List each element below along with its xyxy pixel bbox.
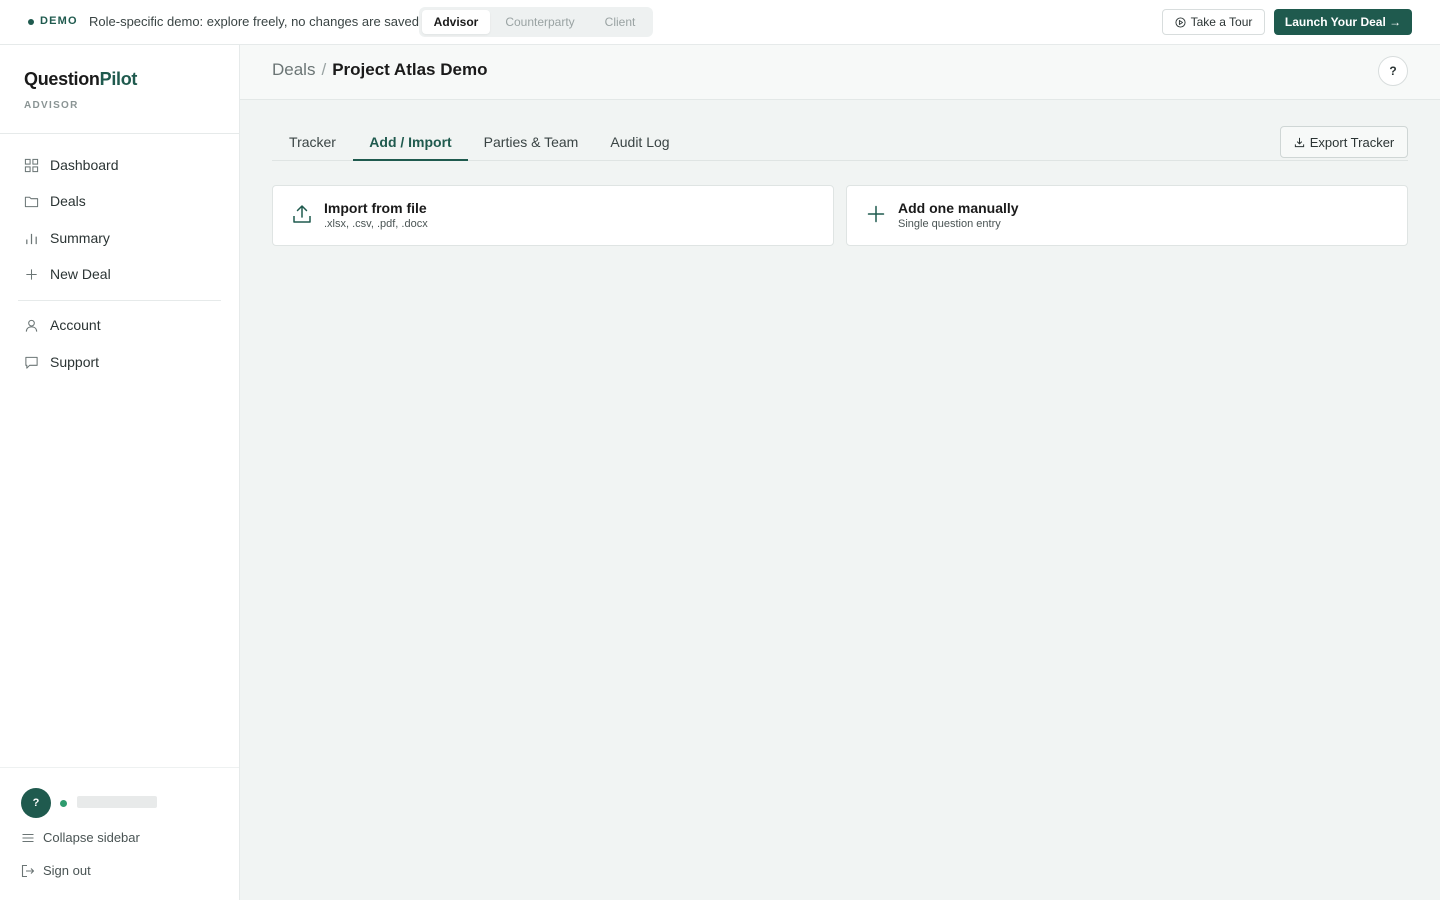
role-switcher: Advisor Counterparty Client [419,7,653,37]
nav-label: Support [50,354,100,370]
add-manually-card[interactable]: Add one manually Single question entry [846,185,1408,246]
role-client[interactable]: Client [590,10,650,34]
bar-chart-icon [26,233,37,244]
help-button[interactable]: ? [1378,56,1408,86]
brand-logo[interactable]: QuestionPilot [24,69,137,90]
card-subtitle: Single question entry [898,218,1001,230]
logout-icon [21,864,35,877]
plus-icon [26,268,37,280]
demo-bar: DEMO Role-specific demo: explore freely,… [0,0,1440,45]
demo-label: DEMO [40,15,78,27]
tab-add-import[interactable]: Add / Import [353,126,468,161]
grid-icon [24,158,39,172]
brand-name-part2: Pilot [99,69,138,89]
launch-deal-button[interactable]: Launch Your Deal → [1274,9,1412,35]
breadcrumb-separator: / [321,60,327,79]
breadcrumb-deals-link[interactable]: Deals [272,60,315,80]
collapse-sidebar-button[interactable]: Collapse sidebar [21,830,140,845]
page-title: Project Atlas Demo [332,60,488,79]
sign-out-button[interactable]: Sign out [21,863,91,878]
card-title: Add one manually [898,200,1019,216]
folder-icon [24,196,39,207]
message-icon [25,356,38,369]
divider [18,300,221,301]
nav-item-support[interactable]: Support [24,351,99,373]
sign-out-label: Sign out [43,863,91,878]
tab-bar: Tracker Add / Import Parties & Team Audi… [272,126,1408,161]
nav-label: Deals [50,193,86,209]
nav-label: New Deal [50,266,111,282]
import-from-file-card[interactable]: Import from file .xlsx, .csv, .pdf, .doc… [272,185,834,246]
card-title: Import from file [324,200,427,216]
user-name-placeholder [77,796,157,808]
tab-audit-log[interactable]: Audit Log [594,126,686,161]
nav-label: Dashboard [50,157,119,173]
demo-message: Role-specific demo: explore freely, no c… [89,14,423,29]
nav-label: Summary [50,230,110,246]
sidebar: QuestionPilot ADVISOR Dashboard Deals Su… [0,45,240,900]
nav-item-summary[interactable]: Summary [24,227,110,249]
user-icon [25,319,38,332]
role-advisor[interactable]: Advisor [422,10,490,34]
nav-label: Account [50,317,101,333]
play-circle-icon [1175,16,1186,28]
tab-tracker[interactable]: Tracker [272,126,353,161]
role-counterparty[interactable]: Counterparty [492,10,588,34]
menu-icon [22,833,34,842]
plus-icon [867,205,885,223]
export-tracker-label: Export Tracker [1309,134,1395,150]
take-tour-label: Take a Tour [1190,15,1253,29]
avatar[interactable]: ? [21,788,51,818]
brand-name-part1: Question [24,69,100,89]
breadcrumb: Deals / Project Atlas Demo [272,60,487,80]
nav-item-deals[interactable]: Deals [24,190,86,212]
page-header: Deals / Project Atlas Demo ? [240,45,1440,100]
download-icon [1294,137,1304,147]
role-label: ADVISOR [24,100,79,111]
main-content: Deals / Project Atlas Demo ? Tracker Add… [240,45,1440,900]
demo-dot [28,19,34,25]
upload-icon [293,205,311,223]
divider [0,767,239,768]
card-subtitle: .xlsx, .csv, .pdf, .docx [324,218,428,230]
nav-item-new-deal[interactable]: New Deal [24,263,111,285]
collapse-sidebar-label: Collapse sidebar [43,830,140,845]
nav-item-dashboard[interactable]: Dashboard [24,154,119,176]
nav-item-account[interactable]: Account [24,314,101,336]
divider [0,133,239,134]
online-status-dot [60,800,67,807]
take-tour-button[interactable]: Take a Tour [1162,9,1265,35]
tab-parties-team[interactable]: Parties & Team [468,126,594,161]
export-tracker-button[interactable]: Export Tracker [1280,126,1408,158]
